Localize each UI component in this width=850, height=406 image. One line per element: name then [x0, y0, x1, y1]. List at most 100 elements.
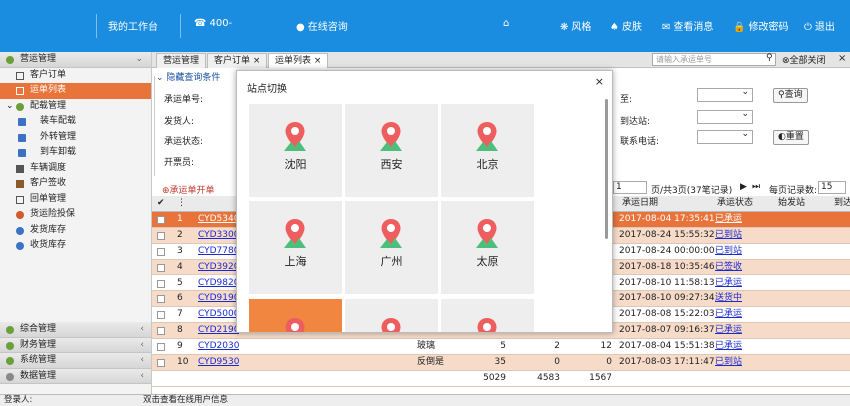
select-all-checkbox[interactable]: ✔ [157, 196, 165, 212]
waybill-id-link[interactable]: CYD2190 [198, 323, 239, 339]
sidebar-item-load-truck[interactable]: 装车配载 [0, 114, 151, 130]
waybill-status-link[interactable]: 已承运 [715, 323, 742, 339]
tab-waybill-list[interactable]: 运单列表 × [268, 53, 329, 68]
waybill-id-link[interactable]: CYD9190 [198, 291, 239, 307]
close-icon[interactable]: × [838, 53, 846, 64]
sidebar-group-system[interactable]: 系统管理 ‹ [0, 353, 151, 369]
total-b: 4583 [537, 372, 560, 383]
header-date[interactable]: 承运日期 [622, 196, 658, 212]
row-number: 6 [177, 293, 183, 304]
waybill-no-label: 承运单号: [164, 95, 204, 105]
waybill-id-link[interactable]: CYD9530 [198, 355, 239, 371]
waybill-status-link[interactable]: 已到站 [715, 228, 742, 244]
search-icon[interactable]: ⚲ [766, 53, 773, 63]
city-card[interactable] [345, 299, 438, 332]
toggle-filter-link[interactable]: ⌄ 隐藏查询条件 [156, 70, 220, 83]
city-card[interactable]: 北京 [441, 104, 534, 197]
sidebar-group-data[interactable]: 数据管理 ‹ [0, 368, 151, 384]
dialog-scrollbar[interactable] [605, 99, 608, 239]
sidebar-item-insurance[interactable]: 货运险投保 [0, 207, 151, 223]
messages-link[interactable]: ✉ 查看消息 [662, 18, 713, 33]
city-card[interactable]: 太原 [441, 201, 534, 294]
sidebar-item-transfer[interactable]: 外转管理 [0, 130, 151, 146]
waybill-search-input[interactable]: 请输入承运单号 [652, 53, 776, 66]
sidebar-item-orders[interactable]: 客户订单 [0, 68, 151, 84]
logout-link[interactable]: ⏻ 退出 [804, 18, 835, 33]
city-card[interactable]: 广州 [345, 201, 438, 294]
waybill-status-link[interactable]: 已承运 [715, 276, 742, 292]
query-button[interactable]: ⚲查询 [773, 88, 808, 103]
close-icon[interactable]: × [314, 56, 322, 66]
city-card[interactable] [249, 299, 342, 332]
sidebar-item-receipts[interactable]: 回单管理 [0, 192, 151, 208]
waybill-status-link[interactable]: 已签收 [715, 260, 742, 276]
row-checkbox[interactable] [157, 343, 165, 352]
per-page-select[interactable]: 15 [818, 181, 846, 194]
row-checkbox[interactable] [157, 279, 165, 288]
arrival-station-select[interactable] [697, 109, 753, 124]
consult-link[interactable]: ● 在线咨询 [296, 18, 348, 33]
sidebar-item-signoff[interactable]: 客户签收 [0, 176, 151, 192]
waybill-id-link[interactable]: CYD5000 [198, 307, 239, 323]
close-all-button[interactable]: ⊗全部关闭 [782, 53, 826, 66]
row-checkbox[interactable] [157, 263, 165, 272]
home-icon[interactable]: ⌂ [503, 18, 509, 29]
date-to-select[interactable] [697, 87, 753, 102]
row-checkbox[interactable] [157, 327, 165, 336]
sidebar-item-ship-stock[interactable]: 发货库存 [0, 223, 151, 239]
waybill-status-link[interactable]: 已到站 [715, 244, 742, 260]
sidebar-item-unload[interactable]: 到车卸载 [0, 145, 151, 161]
last-page-icon[interactable]: ⏭ [752, 182, 760, 192]
sidebar-group-finance[interactable]: 财务管理 ‹ [0, 337, 151, 353]
row-checkbox[interactable] [157, 247, 165, 256]
close-icon[interactable]: × [595, 75, 604, 88]
skin-link[interactable]: ♠ 皮肤 [610, 18, 642, 33]
waybill-status-link[interactable]: 已承运 [715, 307, 742, 323]
page-input[interactable]: 1 [613, 181, 647, 194]
password-link[interactable]: 🔒 修改密码 [733, 18, 788, 33]
row-checkbox[interactable] [157, 231, 165, 240]
workbench-link[interactable]: 我的工作台 [108, 18, 158, 33]
column-menu-icon[interactable]: ⋮ [177, 196, 186, 212]
table-row[interactable]: 10 CYD9530 反倒是 35 0 0 2017-08-03 17:11:47 已到站 [152, 355, 850, 371]
header-status[interactable]: 承运状态 [717, 196, 753, 212]
online-users-hint[interactable]: 双击查看在线用户信息 [143, 395, 228, 406]
city-card[interactable]: 西安 [345, 104, 438, 197]
city-card[interactable] [441, 299, 534, 332]
waybill-id-link[interactable]: CYD3300 [198, 228, 239, 244]
sidebar-item-waybill-list[interactable]: 运单列表 [0, 83, 151, 99]
waybill-status-link[interactable]: 已承运 [715, 212, 742, 228]
phone-link[interactable]: ☎ 400- [194, 18, 232, 29]
tab-orders[interactable]: 客户订单 × [207, 53, 268, 68]
sidebar-group-operations[interactable]: 营运管理 ⌄ [0, 52, 151, 68]
row-checkbox[interactable] [157, 295, 165, 304]
waybill-id-link[interactable]: CYD5340 [198, 212, 239, 228]
waybill-status-link[interactable]: 已到站 [715, 355, 742, 371]
city-card[interactable]: 沈阳 [249, 104, 342, 197]
row-checkbox[interactable] [157, 215, 165, 224]
waybill-id-link[interactable]: CYD2030 [198, 339, 239, 355]
city-card[interactable]: 上海 [249, 201, 342, 294]
waybill-status-link[interactable]: 已承运 [715, 339, 742, 355]
sidebar-item-dispatch[interactable]: 车辆调度 [0, 161, 151, 177]
row-checkbox[interactable] [157, 359, 165, 367]
reset-button[interactable]: ◐重置 [773, 130, 809, 145]
group-icon [6, 357, 14, 365]
new-waybill-button[interactable]: ⊕承运单开单 [162, 183, 215, 196]
row-checkbox[interactable] [157, 311, 165, 320]
waybill-id-link[interactable]: CYD7780 [198, 244, 239, 260]
phone-input[interactable] [697, 129, 753, 144]
tab-operations[interactable]: 营运管理 [156, 53, 207, 68]
waybill-id-link[interactable]: CYD3920 [198, 260, 239, 276]
header-destination[interactable]: 到达 [834, 196, 850, 212]
header-origin[interactable]: 始发站 [778, 196, 805, 212]
table-row[interactable]: 9 CYD2030 玻璃 5 2 12 2017-08-04 15:51:38 已承运 [152, 339, 850, 355]
waybill-id-link[interactable]: CYD9820 [198, 276, 239, 292]
close-icon[interactable]: × [253, 56, 261, 66]
style-link[interactable]: ❋ 风格 [560, 18, 591, 33]
sidebar-item-loading[interactable]: ⌄ 配载管理 [0, 99, 151, 115]
sidebar-item-recv-stock[interactable]: 收货库存 [0, 238, 151, 254]
waybill-status-link[interactable]: 送货中 [715, 291, 742, 307]
next-page-icon[interactable]: ▶ [740, 182, 747, 192]
sidebar-group-general[interactable]: 综合管理 ‹ [0, 322, 151, 338]
